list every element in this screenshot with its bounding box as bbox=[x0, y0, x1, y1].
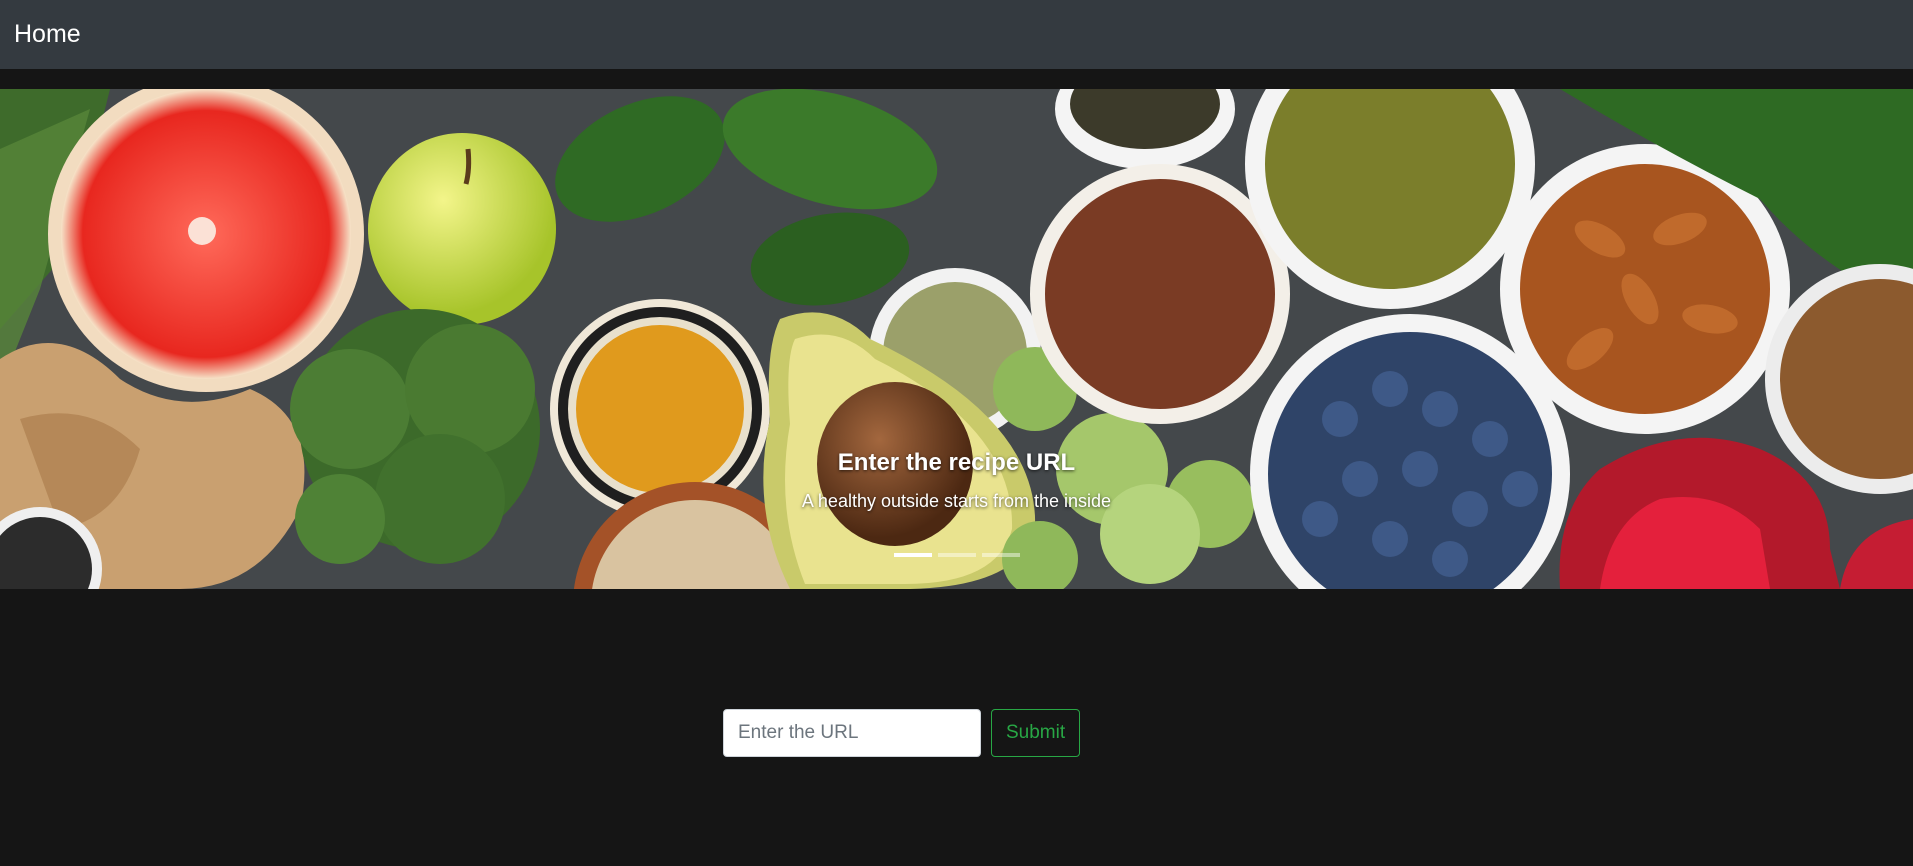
caption-title: Enter the recipe URL bbox=[837, 449, 1076, 476]
carousel-caption: Enter the recipe URL A healthy outside s… bbox=[0, 449, 1913, 512]
hero-carousel: Enter the recipe URL A healthy outside s… bbox=[0, 89, 1913, 589]
carousel-indicator-3[interactable] bbox=[981, 553, 1020, 557]
healthy-food-bowls-image bbox=[0, 89, 1913, 589]
carousel-indicator-1[interactable] bbox=[893, 553, 932, 557]
home-link[interactable]: Home bbox=[14, 20, 81, 49]
navbar: Home bbox=[0, 0, 1913, 69]
carousel-indicators bbox=[0, 553, 1913, 557]
recipe-url-form: Submit bbox=[723, 709, 1081, 757]
submit-button[interactable]: Submit bbox=[991, 709, 1081, 757]
caption-text: A healthy outside starts from the inside bbox=[801, 491, 1112, 511]
url-input[interactable] bbox=[723, 709, 981, 757]
carousel-indicator-2[interactable] bbox=[937, 553, 976, 557]
